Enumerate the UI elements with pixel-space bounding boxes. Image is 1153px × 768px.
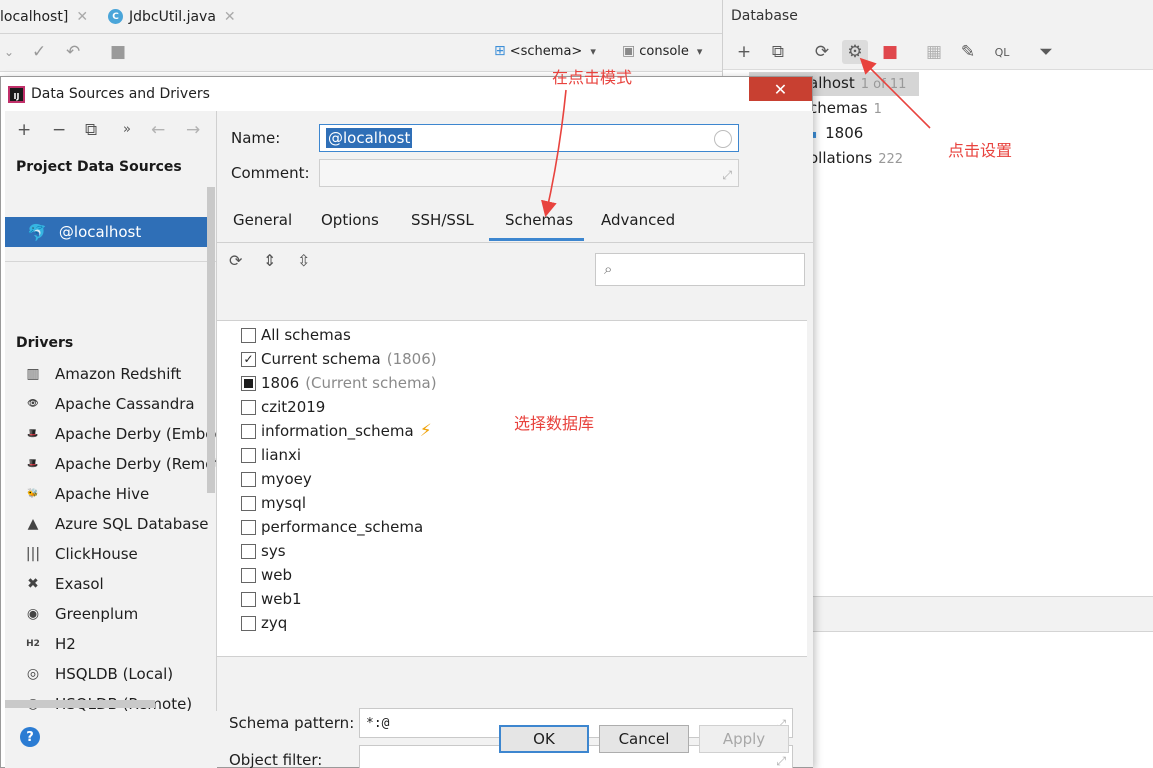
annotation-choose-db: 选择数据库	[514, 414, 595, 433]
annotation-settings: 点击设置	[948, 141, 1013, 160]
annotation-arrow-schemas	[541, 89, 567, 218]
annotation-mode: 在点击模式	[552, 68, 633, 87]
annotation-arrows	[541, 57, 931, 218]
annotation-arrow-settings	[859, 57, 931, 129]
